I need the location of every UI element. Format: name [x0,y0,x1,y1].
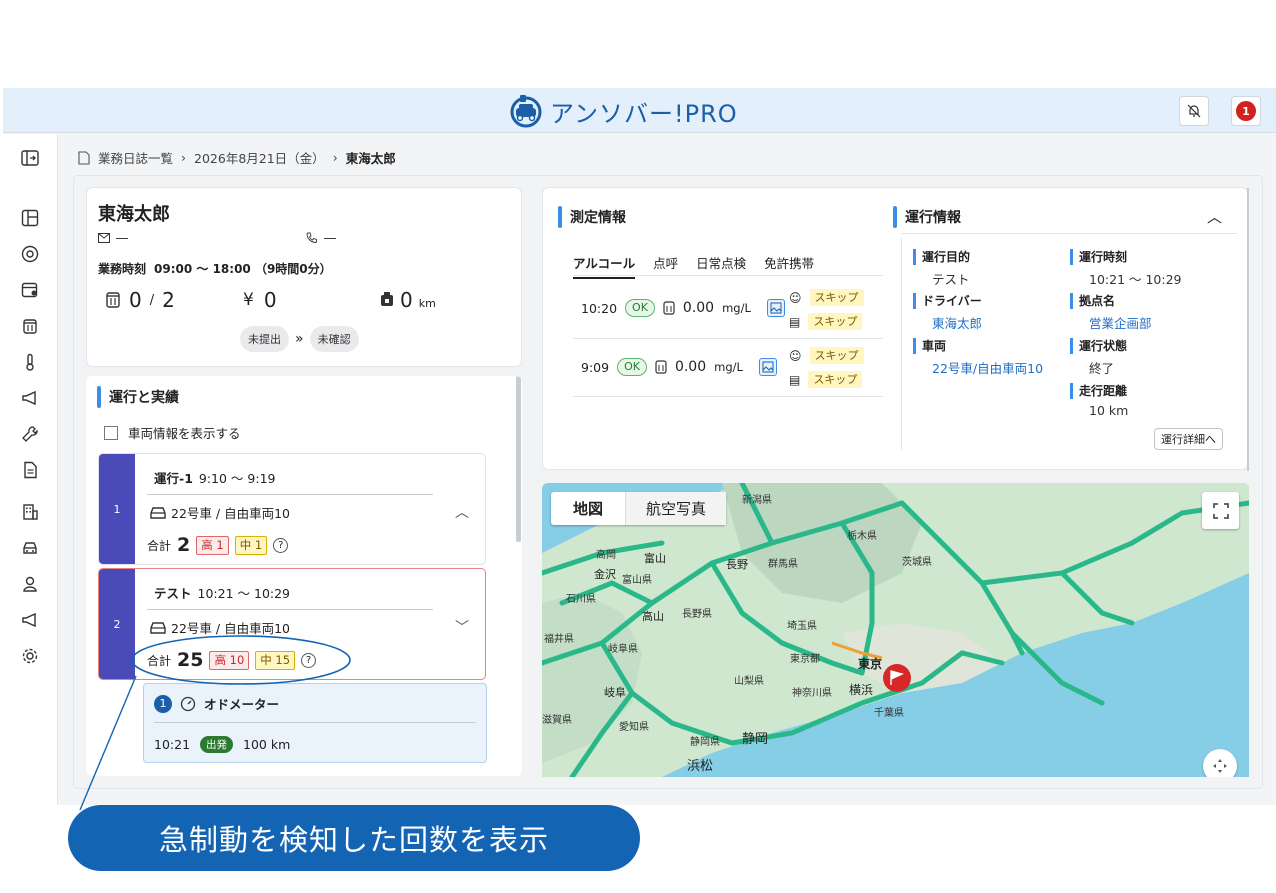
callout-overlay [79,635,351,811]
callout-label: 急制動を検知した回数を表示 [68,805,640,871]
